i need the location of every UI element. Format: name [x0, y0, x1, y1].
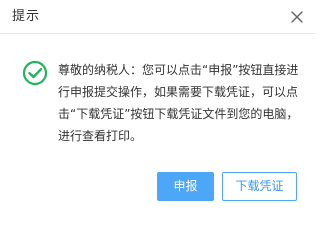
download-voucher-button[interactable]: 下载凭证: [222, 172, 297, 201]
dialog-title: 提示: [12, 9, 41, 24]
close-icon[interactable]: [287, 7, 307, 27]
dialog-header: 提示: [0, 0, 315, 34]
dialog-message: 尊敬的纳税人：您可以点击“申报”按钮直接进行申报提交操作，如果需要下载凭证，可以…: [58, 63, 299, 143]
success-check-icon: [22, 60, 48, 86]
dialog: 提示 尊敬的纳税人：您可以点击“申报”按钮直接进行申报提交操作，如果需要下载凭证…: [0, 0, 315, 214]
declare-button[interactable]: 申报: [157, 172, 214, 201]
